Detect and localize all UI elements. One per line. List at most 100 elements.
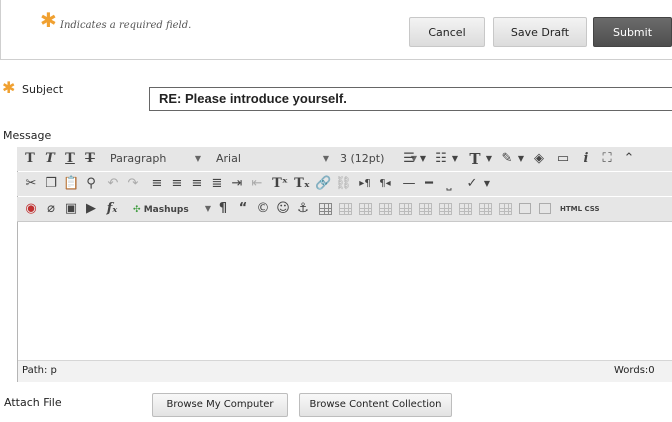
undo-icon[interactable]: ↶ bbox=[105, 174, 121, 194]
outdent-icon[interactable]: ⇤ bbox=[249, 174, 265, 194]
message-body-input[interactable] bbox=[18, 222, 672, 360]
spellcheck-icon[interactable]: ✓ bbox=[463, 174, 481, 194]
align-justify-icon[interactable]: ≣ bbox=[209, 174, 225, 194]
chevron-down-icon[interactable]: ▼ bbox=[451, 149, 459, 169]
preview-monitor-icon[interactable]: ▭ bbox=[555, 149, 571, 169]
bullet-list-icon[interactable]: ☰ bbox=[401, 149, 417, 169]
fullscreen-icon[interactable]: ⛶ bbox=[599, 149, 615, 169]
delete-col-icon[interactable] bbox=[477, 199, 493, 219]
attachment-icon[interactable]: ⌀ bbox=[43, 199, 59, 219]
collapse-toolbar-icon[interactable]: ⌃ bbox=[621, 149, 637, 169]
browse-my-computer-button[interactable]: Browse My Computer bbox=[152, 393, 288, 417]
eraser-icon[interactable]: ◈ bbox=[531, 149, 547, 169]
highlight-pen-icon[interactable]: ✎ bbox=[499, 149, 515, 169]
layer-icon[interactable] bbox=[537, 199, 553, 219]
font-family-value: Arial bbox=[216, 152, 241, 165]
editor-toolbar-row-1: T T T T Paragraph ▼ Arial ▼ 3 (12pt) ▼ ☰… bbox=[17, 147, 672, 171]
image-icon[interactable]: ▣ bbox=[63, 199, 79, 219]
unlink-icon[interactable]: ⛓ bbox=[335, 174, 352, 194]
insert-row-before-icon[interactable] bbox=[377, 199, 393, 219]
mashups-select[interactable]: ✣ Mashups ▼ bbox=[129, 200, 213, 218]
table-grid-icon bbox=[438, 202, 452, 215]
delete-row-icon[interactable] bbox=[417, 199, 433, 219]
insert-row-after-icon[interactable] bbox=[397, 199, 413, 219]
editor-status-bar bbox=[18, 360, 672, 382]
superscript-icon[interactable]: Tˣ bbox=[271, 174, 289, 194]
table-grid-icon bbox=[358, 202, 372, 215]
subject-input[interactable]: RE: Please introduce yourself. bbox=[149, 87, 672, 111]
ltr-direction-icon[interactable]: ▸¶ bbox=[357, 174, 373, 194]
chevron-down-icon[interactable]: ▼ bbox=[517, 149, 525, 169]
table-grid-icon bbox=[458, 202, 472, 215]
editor-toolbar-row-2: ✂ ❐ 📋 ⚲ ↶ ↷ ≡ ≡ ≡ ≣ ⇥ ⇤ Tˣ Tₓ 🔗 ⛓ ▸¶ ¶◂ … bbox=[17, 172, 672, 196]
redo-icon[interactable]: ↷ bbox=[125, 174, 141, 194]
css-style-icon[interactable]: CSS bbox=[583, 199, 601, 219]
browse-content-collection-button[interactable]: Browse Content Collection bbox=[299, 393, 452, 417]
subject-required-icon: ✱ bbox=[2, 78, 16, 97]
insert-col-after-icon[interactable] bbox=[457, 199, 473, 219]
box-icon bbox=[519, 203, 531, 214]
chevron-down-icon[interactable]: ▼ bbox=[419, 149, 427, 169]
strikethrough-icon[interactable]: T bbox=[83, 149, 97, 169]
table-grid-icon bbox=[378, 202, 392, 215]
emoticon-icon[interactable]: ☺ bbox=[275, 199, 291, 219]
save-draft-button[interactable]: Save Draft bbox=[493, 17, 587, 47]
editor-toolbar-row-3: ◉ ⌀ ▣ ▶ fₓ ✣ Mashups ▼ ¶ “ © ☺ ⚓ HTML CS… bbox=[17, 197, 672, 222]
cancel-button[interactable]: Cancel bbox=[409, 17, 485, 47]
required-asterisk-icon: ✱ bbox=[40, 8, 57, 32]
record-icon[interactable]: ◉ bbox=[23, 199, 39, 219]
thick-rule-icon[interactable]: ━ bbox=[421, 174, 437, 194]
numbered-list-icon[interactable]: ☷ bbox=[433, 149, 449, 169]
anchor-icon[interactable]: ⚓ bbox=[295, 199, 311, 219]
indent-icon[interactable]: ⇥ bbox=[229, 174, 245, 194]
table-grid-icon bbox=[398, 202, 412, 215]
paste-icon[interactable]: 📋 bbox=[63, 174, 79, 194]
chevron-down-icon[interactable]: ▼ bbox=[485, 149, 493, 169]
align-left-icon[interactable]: ≡ bbox=[149, 174, 165, 194]
font-family-select[interactable]: Arial ▼ bbox=[213, 150, 331, 168]
table-icon[interactable] bbox=[317, 199, 333, 219]
bold-icon[interactable]: T bbox=[23, 149, 37, 169]
copyright-icon[interactable]: © bbox=[255, 199, 271, 219]
text-color-icon[interactable]: T bbox=[467, 149, 483, 169]
underline-icon[interactable]: T bbox=[63, 149, 77, 169]
html-source-icon[interactable]: HTML bbox=[557, 199, 585, 219]
editor-path: Path: p bbox=[22, 365, 57, 376]
find-replace-icon[interactable]: ⚲ bbox=[83, 174, 99, 194]
chevron-down-icon: ▼ bbox=[194, 154, 201, 163]
info-icon[interactable]: i bbox=[579, 149, 593, 169]
table-grid-icon bbox=[338, 202, 352, 215]
mashups-value: ✣ Mashups bbox=[129, 205, 189, 215]
chevron-down-icon: ▼ bbox=[322, 154, 329, 163]
mashups-icon: ✣ bbox=[133, 205, 141, 215]
cut-icon[interactable]: ✂ bbox=[23, 174, 39, 194]
split-cells-icon[interactable] bbox=[497, 199, 513, 219]
required-note: Indicates a required field. bbox=[60, 20, 192, 31]
math-formula-icon[interactable]: fₓ bbox=[103, 199, 121, 219]
link-icon[interactable]: 🔗 bbox=[315, 174, 331, 194]
insert-col-before-icon[interactable] bbox=[437, 199, 453, 219]
nonbreaking-space-icon[interactable]: ⎵ bbox=[441, 174, 457, 194]
rtl-direction-icon[interactable]: ¶◂ bbox=[377, 174, 393, 194]
subject-label: Subject bbox=[22, 83, 64, 96]
paragraph-mark-icon[interactable]: ¶ bbox=[215, 199, 231, 219]
merge-cells-icon[interactable] bbox=[517, 199, 533, 219]
blockquote-icon[interactable]: “ bbox=[235, 199, 251, 219]
horizontal-rule-icon[interactable]: — bbox=[401, 174, 417, 194]
align-right-icon[interactable]: ≡ bbox=[189, 174, 205, 194]
table-grid-icon bbox=[318, 202, 332, 215]
table-grid-icon bbox=[478, 202, 492, 215]
table-row-props-icon[interactable] bbox=[337, 199, 353, 219]
attach-file-label: Attach File bbox=[4, 396, 62, 409]
media-icon[interactable]: ▶ bbox=[83, 199, 99, 219]
copy-icon[interactable]: ❐ bbox=[43, 174, 59, 194]
subscript-icon[interactable]: Tₓ bbox=[293, 174, 311, 194]
message-label: Message bbox=[3, 129, 52, 142]
paragraph-format-value: Paragraph bbox=[110, 152, 167, 165]
align-center-icon[interactable]: ≡ bbox=[169, 174, 185, 194]
chevron-down-icon[interactable]: ▼ bbox=[483, 174, 491, 194]
italic-icon[interactable]: T bbox=[43, 149, 57, 169]
paragraph-format-select[interactable]: Paragraph ▼ bbox=[107, 150, 203, 168]
submit-button[interactable]: Submit bbox=[593, 17, 672, 47]
table-cell-props-icon[interactable] bbox=[357, 199, 373, 219]
